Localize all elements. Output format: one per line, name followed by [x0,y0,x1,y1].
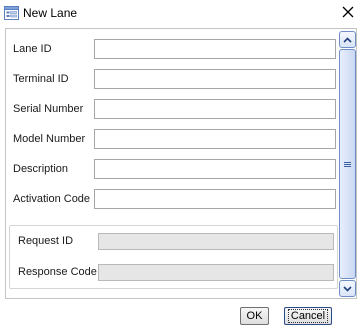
ok-button[interactable]: OK [240,307,269,325]
lane-id-row: Lane ID [6,39,341,59]
request-id-field [98,233,334,250]
terminal-id-row: Terminal ID [6,69,341,89]
chevron-down-icon [343,285,352,292]
request-id-label: Request ID [18,235,74,247]
description-row: Description [6,159,341,179]
form-window-icon [4,6,19,20]
description-input[interactable] [94,159,336,179]
lane-id-label: Lane ID [13,43,52,55]
model-number-row: Model Number [6,129,341,149]
chevron-up-icon [343,36,352,43]
serial-number-label: Serial Number [13,103,84,115]
response-group: Request ID Response Code [9,225,338,289]
model-number-label: Model Number [13,133,86,145]
activation-code-row: Activation Code [6,189,341,209]
form-panel: Lane ID Terminal ID Serial Number Model … [5,28,357,299]
terminal-id-input[interactable] [94,69,336,89]
cancel-button-label: Cancel [287,309,329,323]
response-code-label: Response Code [18,266,97,278]
description-label: Description [13,163,69,175]
terminal-id-label: Terminal ID [13,73,69,85]
window-title: New Lane [23,6,78,20]
ok-button-label: OK [246,310,263,322]
scroll-up-button[interactable] [339,31,356,48]
model-number-input[interactable] [94,129,336,149]
cancel-button[interactable]: Cancel [284,307,332,325]
serial-number-input[interactable] [94,99,336,119]
activation-code-label: Activation Code [13,193,91,205]
scroll-thumb[interactable] [339,49,356,279]
activation-code-input[interactable] [94,189,336,209]
close-icon [342,6,354,18]
lane-id-input[interactable] [94,39,336,59]
response-code-field [98,264,334,281]
close-button[interactable] [340,3,356,21]
grip-icon [344,161,351,167]
title-bar: New Lane [0,0,362,28]
vertical-scrollbar[interactable] [339,31,356,297]
serial-number-row: Serial Number [6,99,341,119]
scroll-down-button[interactable] [339,280,356,297]
